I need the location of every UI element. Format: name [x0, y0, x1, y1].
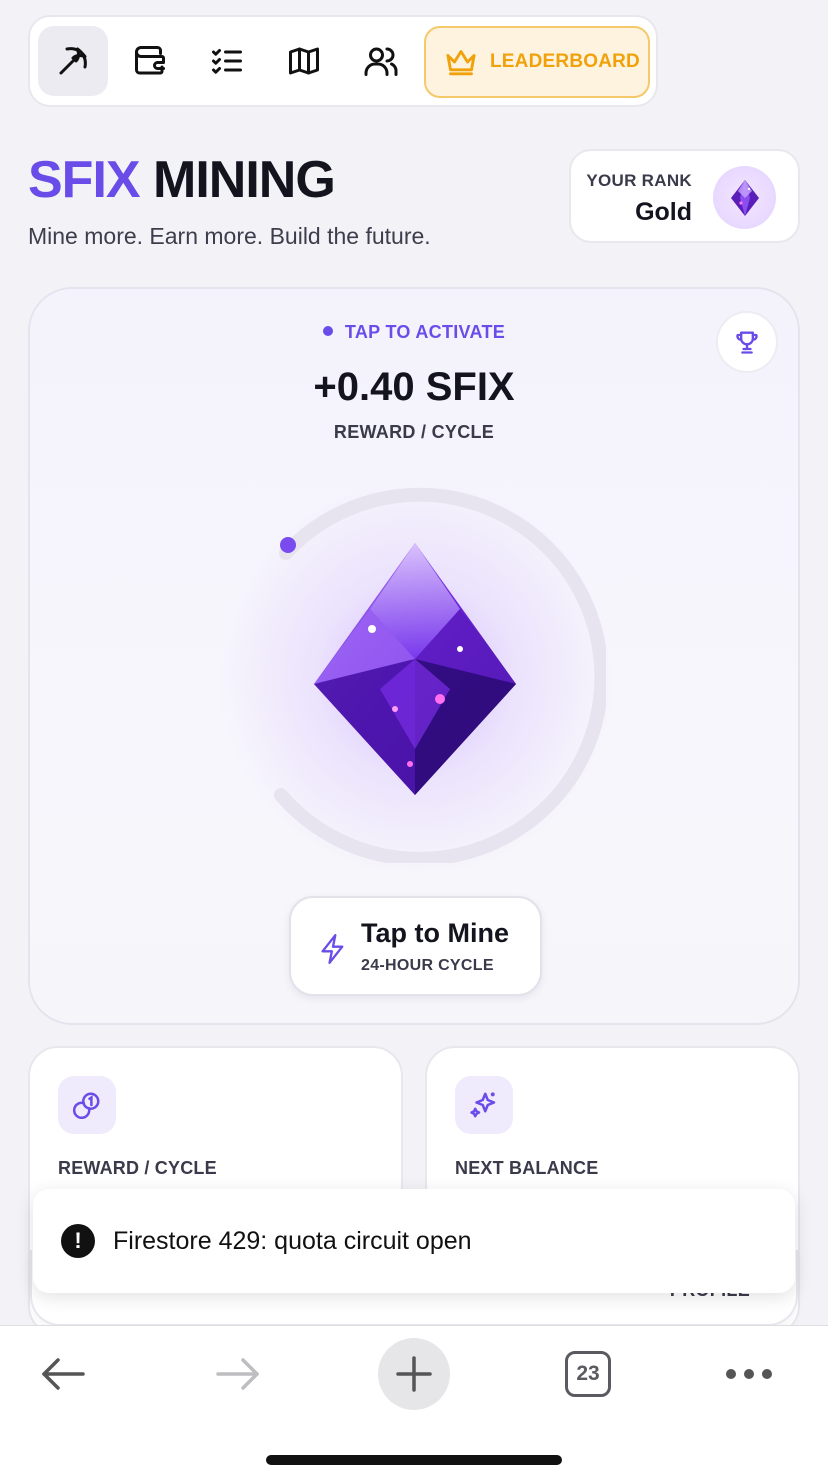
browser-new-tab-button[interactable]: [378, 1338, 450, 1410]
progress-dot: [280, 537, 296, 553]
map-icon: [289, 47, 319, 75]
title-accent: SFIX: [28, 151, 141, 209]
sparkles-icon: [470, 1092, 496, 1118]
top-nav: LEADERBOARD: [28, 15, 658, 107]
users-icon: [364, 47, 398, 76]
nav-tasks-button[interactable]: [192, 26, 262, 96]
browser-back-button[interactable]: [27, 1338, 99, 1410]
nav-mine-button[interactable]: [38, 26, 108, 96]
trophy-icon: [736, 331, 758, 354]
browser-tabs-button[interactable]: 23: [552, 1338, 624, 1410]
mine-subtitle: 24-HOUR CYCLE: [361, 957, 494, 974]
nav-map-button[interactable]: [269, 26, 339, 96]
stat-label-reward: REWARD / CYCLE: [58, 1158, 217, 1178]
tap-to-mine-button[interactable]: Tap to Mine 24-HOUR CYCLE: [289, 896, 542, 996]
arrow-right-icon: [216, 1358, 259, 1390]
page-title: SFIX MINING: [28, 150, 336, 210]
checklist-icon: [212, 49, 242, 74]
browser-forward-button[interactable]: [202, 1338, 274, 1410]
browser-more-button[interactable]: [713, 1338, 785, 1410]
error-toast[interactable]: ! Firestore 429: quota circuit open: [33, 1189, 795, 1293]
arrow-left-icon: [42, 1358, 85, 1390]
leaderboard-label: LEADERBOARD: [490, 51, 640, 72]
more-icon: [726, 1369, 772, 1379]
plus-icon: [396, 1356, 432, 1392]
crystal-gem[interactable]: [310, 539, 520, 799]
status-dot: [322, 326, 333, 336]
tab-count: 23: [565, 1351, 611, 1397]
reward-amount: +0.40 SFIX: [313, 365, 515, 409]
page-subtitle: Mine more. Earn more. Build the future.: [28, 223, 431, 249]
leaderboard-button[interactable]: LEADERBOARD: [424, 26, 650, 98]
trophy-button[interactable]: [716, 311, 778, 373]
crown-icon: [446, 50, 476, 76]
nav-friends-button[interactable]: [346, 26, 416, 96]
pickaxe-icon: [59, 47, 87, 75]
stat-label-next-balance: NEXT BALANCE: [455, 1158, 599, 1178]
gem-icon: [730, 179, 759, 216]
mine-title: Tap to Mine: [361, 918, 509, 948]
toast-message: Firestore 429: quota circuit open: [113, 1226, 472, 1255]
rank-card[interactable]: YOUR RANK Gold: [569, 149, 800, 243]
rank-label: YOUR RANK: [586, 171, 692, 190]
rank-badge: [713, 166, 776, 229]
wallet-icon: [135, 46, 165, 75]
stat-icon-balance: [455, 1076, 513, 1134]
stat-icon-reward: [58, 1076, 116, 1134]
reward-label: REWARD / CYCLE: [333, 422, 495, 442]
nav-wallet-button[interactable]: [115, 26, 185, 96]
lightning-icon: [321, 934, 344, 964]
status-text: TAP TO ACTIVATE: [344, 322, 506, 342]
rank-value: Gold: [635, 198, 692, 226]
home-indicator: [266, 1455, 562, 1465]
alert-icon: !: [61, 1224, 95, 1258]
title-rest: MINING: [153, 151, 336, 209]
mining-card: TAP TO ACTIVATE +0.40 SFIX REWARD / CYCL…: [28, 287, 800, 1025]
coins-icon: [72, 1092, 100, 1120]
mining-status: TAP TO ACTIVATE: [30, 322, 798, 343]
